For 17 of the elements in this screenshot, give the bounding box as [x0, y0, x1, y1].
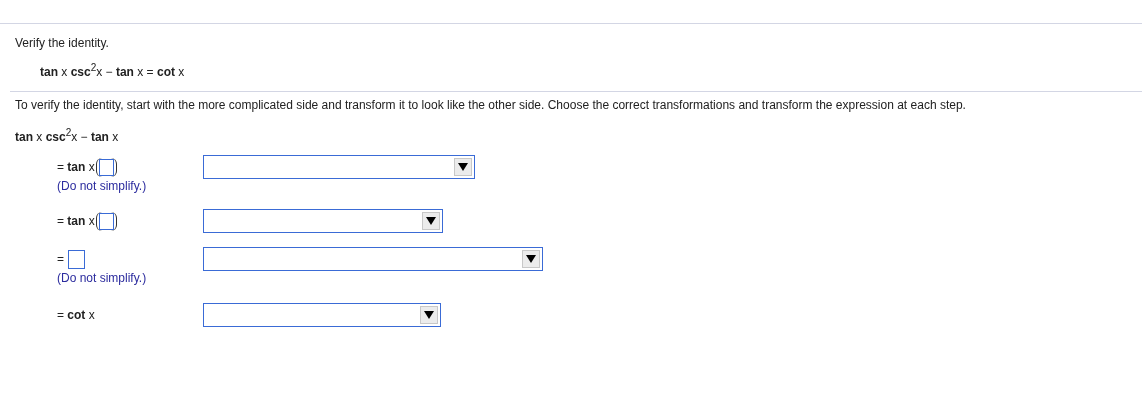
paren-answer-field[interactable] — [95, 157, 117, 177]
prompt-text: Verify the identity. — [15, 36, 110, 52]
step-expression: = — [57, 252, 64, 266]
dropdown-field[interactable] — [203, 155, 475, 179]
answer-field[interactable] — [68, 249, 85, 269]
dropdown-field[interactable] — [203, 247, 543, 271]
identity-equation: tan x csc$^{2}$x − tan x = cot x — [39, 61, 186, 81]
hint-text: (Do not simplify.) — [57, 271, 148, 287]
instruction-text: To verify the identity, start with the more complicated side and transform it to look like the other side. Choose the correct transformations and transform the expression at each step. — [14, 97, 967, 114]
dropdown-field[interactable] — [203, 303, 441, 327]
dropdown-field[interactable] — [203, 209, 443, 233]
start-expression: tan x csc$^{2}$x − tan x — [14, 126, 120, 146]
step-expression: = cot x — [57, 308, 95, 322]
step-expression: = tan x — [57, 214, 95, 228]
paren-answer-field[interactable] — [95, 211, 117, 231]
step-expression: = tan x — [57, 160, 95, 174]
hint-text: (Do not simplify.) — [57, 179, 148, 195]
